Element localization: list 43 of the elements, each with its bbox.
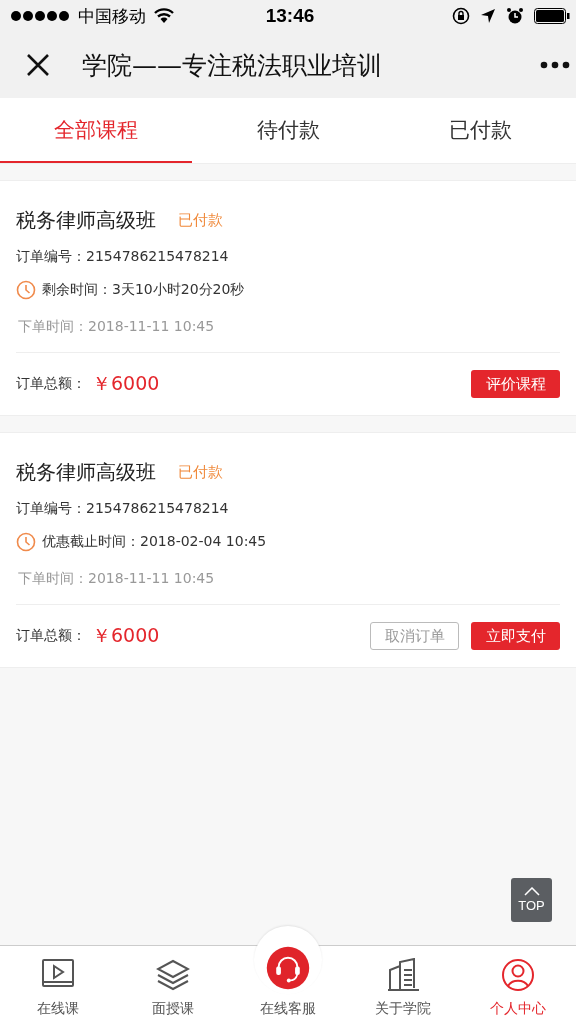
tab[interactable]: 全部课程 <box>0 98 192 163</box>
carrier-name: 中国移动 <box>78 4 146 28</box>
clock-icon <box>16 280 36 300</box>
time-note: 优惠截止时间：2018-02-04 10:45 <box>42 533 267 551</box>
order-status: 已付款 <box>178 211 223 230</box>
nav-item[interactable]: 个人中心 <box>460 946 576 1024</box>
order-amount: ￥6000 <box>92 371 160 396</box>
course-title: 税务律师高级班 <box>16 207 156 234</box>
order-status: 已付款 <box>178 463 223 482</box>
layers-icon <box>155 958 190 992</box>
alarm-icon <box>506 7 524 25</box>
tab[interactable]: 待付款 <box>192 98 384 163</box>
close-button[interactable] <box>26 53 50 77</box>
clock-icon <box>16 532 36 552</box>
user-icon <box>501 958 536 992</box>
order-time: 下单时间：2018-11-11 10:45 <box>17 318 216 336</box>
building-icon <box>386 958 421 992</box>
total-label: 订单总额： <box>16 627 86 645</box>
nav-item[interactable]: 关于学院 <box>345 946 461 1024</box>
back-to-top-button[interactable]: TOP <box>511 878 552 922</box>
order-number: 订单编号：2154786215478214 <box>16 500 230 518</box>
location-arrow-icon <box>480 8 496 24</box>
rotation-lock-icon <box>452 7 470 25</box>
page-title: 学院——专注税法职业培训 <box>82 49 383 82</box>
more-icon <box>540 61 570 69</box>
wifi-icon <box>154 8 174 24</box>
nav-item[interactable]: 面授课 <box>115 946 231 1024</box>
chevron-up-icon <box>523 887 540 896</box>
total-label: 订单总额： <box>16 375 86 393</box>
status-time: 13:46 <box>265 5 315 27</box>
time-note: 剩余时间：3天10小时20分20秒 <box>42 281 245 299</box>
signal-icon <box>10 10 70 22</box>
nav-item[interactable]: 在线课 <box>0 946 116 1024</box>
order-time: 下单时间：2018-11-11 10:45 <box>17 570 216 588</box>
action-button[interactable]: 立即支付 <box>471 622 560 650</box>
battery-icon <box>534 8 570 24</box>
close-icon <box>26 53 50 77</box>
order-number: 订单编号：2154786215478214 <box>16 248 230 266</box>
order-amount: ￥6000 <box>92 623 160 648</box>
tab[interactable]: 已付款 <box>384 98 576 163</box>
more-button[interactable] <box>540 61 570 69</box>
course-title: 税务律师高级班 <box>16 459 156 486</box>
action-button[interactable]: 评价课程 <box>471 370 560 398</box>
